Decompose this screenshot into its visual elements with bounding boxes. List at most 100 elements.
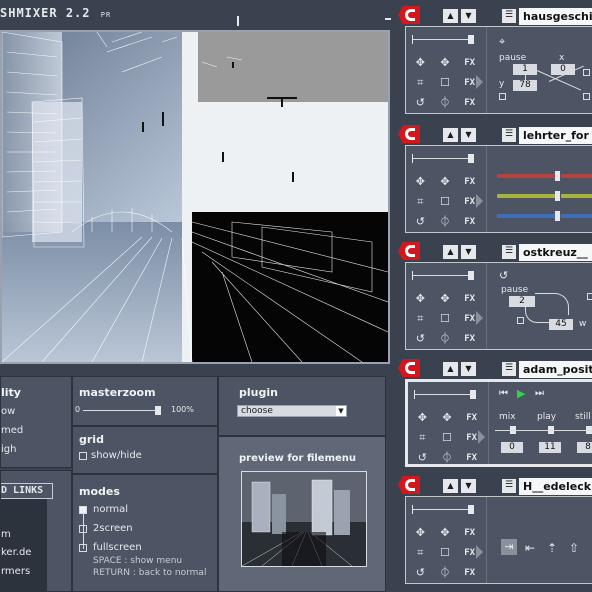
frame-icon[interactable]: ⌗ <box>408 543 433 563</box>
phase-icon[interactable]: ⏀ <box>433 563 458 583</box>
move-alt-icon[interactable]: ✥ <box>433 289 458 309</box>
mode-fullscreen-label[interactable]: fullscreen <box>93 542 142 553</box>
quality-option-low[interactable]: ow <box>1 406 15 417</box>
move-alt-icon[interactable]: ✥ <box>433 523 458 543</box>
y-value[interactable]: 78 <box>513 80 537 91</box>
expand-arrow-icon[interactable] <box>476 545 483 559</box>
rotate-icon[interactable]: ↺ <box>408 93 433 113</box>
slider-knob[interactable] <box>468 35 474 44</box>
square-icon[interactable]: ☐ <box>433 309 458 329</box>
rotate-icon[interactable]: ↺ <box>499 269 508 282</box>
move-down-button[interactable]: ▼ <box>461 9 476 23</box>
main-preview[interactable] <box>0 30 390 364</box>
quality-option-high[interactable]: igh <box>1 444 16 455</box>
upload-icon[interactable]: ⇡ <box>547 541 557 555</box>
port-square[interactable] <box>517 317 524 324</box>
mode-2screen-label[interactable]: 2screen <box>93 523 133 534</box>
fx-button[interactable]: FX <box>457 212 482 232</box>
port-square[interactable] <box>583 93 590 100</box>
move-down-button[interactable]: ▼ <box>461 479 476 493</box>
channel-menu-icon[interactable]: ☰ <box>502 128 516 142</box>
param-value[interactable]: 0 <box>501 442 523 453</box>
channel-name[interactable]: adam_posit <box>519 361 592 378</box>
color-bar[interactable] <box>561 194 592 198</box>
channel-opacity-slider[interactable] <box>414 390 476 399</box>
fx-button[interactable]: FX <box>459 448 484 468</box>
mode-fullscreen-radio[interactable] <box>79 544 87 552</box>
plugin-select[interactable]: choose ▼ <box>237 405 347 417</box>
frame-icon[interactable]: ⌗ <box>408 73 433 93</box>
move-up-button[interactable]: ▲ <box>443 245 458 259</box>
quality-option-medium[interactable]: med <box>1 425 23 436</box>
channel-name[interactable]: H__edeleck <box>519 478 592 495</box>
link-item-1[interactable]: m <box>1 529 11 540</box>
port-square[interactable] <box>587 293 592 300</box>
channel-toggle-button[interactable] <box>398 476 420 494</box>
mode-normal-label[interactable]: normal <box>93 504 128 515</box>
port-square[interactable] <box>499 93 506 100</box>
masterzoom-slider[interactable] <box>83 406 161 415</box>
phase-icon[interactable]: ⏀ <box>435 448 460 468</box>
fx-button[interactable]: FX <box>457 289 482 309</box>
channel-name[interactable]: hausgeschi <box>519 8 592 25</box>
frame-icon[interactable]: ⌗ <box>410 428 435 448</box>
move-down-button[interactable]: ▼ <box>461 128 476 142</box>
color-bar[interactable] <box>497 214 555 218</box>
grid-toggle-label[interactable]: show/hide <box>91 450 142 461</box>
fx-button[interactable]: FX <box>457 172 482 192</box>
move-down-button[interactable]: ▼ <box>461 245 476 259</box>
slider-knob[interactable] <box>468 271 474 280</box>
move-alt-icon[interactable]: ✥ <box>433 172 458 192</box>
square-icon[interactable]: ☐ <box>433 192 458 212</box>
square-icon[interactable]: ☐ <box>433 543 458 563</box>
bar-knob[interactable] <box>555 191 560 201</box>
move-down-button[interactable]: ▼ <box>461 362 476 376</box>
param-value[interactable]: 11 <box>539 442 561 453</box>
fx-button[interactable]: FX <box>459 408 484 428</box>
channel-toggle-button[interactable] <box>398 125 420 143</box>
slider-knob[interactable] <box>468 154 474 163</box>
rotate-icon[interactable]: ↺ <box>410 448 435 468</box>
channel-menu-icon[interactable]: ☰ <box>502 479 516 493</box>
mode-2screen-radio[interactable] <box>79 525 87 533</box>
skip-forward-icon[interactable]: ⏭ <box>535 388 544 399</box>
masterzoom-slider-knob[interactable] <box>155 406 161 415</box>
fx-button[interactable]: FX <box>457 563 482 583</box>
fx-button[interactable]: FX <box>457 53 482 73</box>
phase-icon[interactable]: ⏀ <box>433 329 458 349</box>
channel-name[interactable]: lehrter_for <box>519 127 592 144</box>
port-square[interactable] <box>583 69 590 76</box>
pause-value[interactable]: 2 <box>509 296 535 307</box>
w-value[interactable]: 45 <box>549 319 573 330</box>
phase-icon[interactable]: ⏀ <box>433 212 458 232</box>
export-icon[interactable]: ⇧ <box>569 541 579 555</box>
channel-toggle-button[interactable] <box>398 6 420 24</box>
rotate-icon[interactable]: ↺ <box>408 563 433 583</box>
expand-arrow-icon[interactable] <box>476 194 483 208</box>
pause-value[interactable]: 1 <box>513 64 537 75</box>
expand-arrow-icon[interactable] <box>478 430 485 444</box>
grid-checkbox[interactable] <box>79 452 87 460</box>
crosshair-icon[interactable]: ⌖ <box>499 35 505 49</box>
channel-menu-icon[interactable]: ☰ <box>502 362 516 376</box>
rotate-icon[interactable]: ↺ <box>408 329 433 349</box>
move-icon[interactable]: ✥ <box>408 53 433 73</box>
link-item-3[interactable]: rmers <box>1 566 30 577</box>
bar-knob[interactable] <box>555 211 560 221</box>
color-bar[interactable] <box>561 174 592 178</box>
move-up-button[interactable]: ▲ <box>443 128 458 142</box>
channel-menu-icon[interactable]: ☰ <box>502 9 516 23</box>
slider-knob[interactable] <box>470 390 476 399</box>
move-up-button[interactable]: ▲ <box>443 362 458 376</box>
slider-knob[interactable] <box>468 505 474 514</box>
channel-opacity-slider[interactable] <box>412 505 474 514</box>
channel-opacity-slider[interactable] <box>412 154 474 163</box>
color-bar[interactable] <box>497 194 555 198</box>
mode-normal-radio[interactable] <box>79 506 87 514</box>
play-icon[interactable]: ▶ <box>517 387 525 400</box>
channel-menu-icon[interactable]: ☰ <box>502 245 516 259</box>
move-icon[interactable]: ✥ <box>408 523 433 543</box>
link-item-2[interactable]: ker.de <box>1 547 31 558</box>
square-icon[interactable]: ☐ <box>435 428 460 448</box>
channel-opacity-slider[interactable] <box>412 271 474 280</box>
